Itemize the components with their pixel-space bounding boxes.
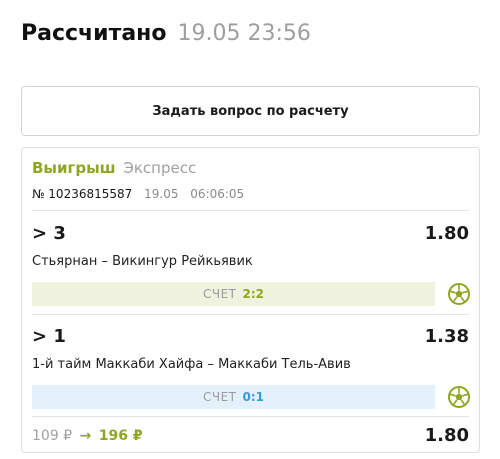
soccer-ball-icon <box>448 386 470 408</box>
bet-odd: 1.80 <box>424 223 469 244</box>
page-title: Рассчитано <box>21 21 167 46</box>
soccer-ball-icon <box>448 283 470 305</box>
bet-outcome: > 3 <box>32 223 66 244</box>
bet-item: > 1 1.38 1-й тайм Маккаби Хайфа – Маккаб… <box>32 325 470 415</box>
bet-coupon-card: Выигрыш Экспресс № 10236815587 19.05 06:… <box>21 147 480 453</box>
score-value: 2:2 <box>242 287 265 301</box>
coupon-footer: 109 ₽ → 196 ₽ 1.80 <box>32 425 469 447</box>
score-label: СЧЕТ <box>202 287 237 301</box>
bet-item: > 3 1.80 Стьярнан – Викингур Рейкьявик С… <box>32 222 470 312</box>
score-bar: СЧЕТ 0:1 <box>32 385 435 409</box>
stake-payout: 109 ₽ → 196 ₽ <box>32 425 143 447</box>
score-value: 0:1 <box>242 390 265 404</box>
bet-match: 1-й тайм Маккаби Хайфа – Маккаби Тель-Ав… <box>32 357 351 372</box>
bet-match: Стьярнан – Викингур Рейкьявик <box>32 254 253 269</box>
score-label: СЧЕТ <box>202 390 237 404</box>
coupon-meta: № 10236815587 19.05 06:06:05 <box>32 186 244 202</box>
payout-amount: 196 ₽ <box>98 428 143 444</box>
ask-question-label: Задать вопрос по расчету <box>152 103 349 119</box>
settled-datetime: 19.05 23:56 <box>177 21 311 46</box>
bet-outcome: > 1 <box>32 326 66 347</box>
coupon-number: № 10236815587 <box>32 187 133 201</box>
total-odd: 1.80 <box>424 425 469 446</box>
ask-question-button[interactable]: Задать вопрос по расчету <box>21 86 480 136</box>
coupon-date: 19.05 <box>144 187 179 201</box>
coupon-time: 06:06:05 <box>190 187 245 201</box>
stake-amount: 109 ₽ <box>32 428 73 444</box>
divider <box>32 314 469 315</box>
divider <box>32 210 469 211</box>
divider <box>32 416 469 417</box>
score-bar: СЧЕТ 2:2 <box>32 282 435 306</box>
bet-odd: 1.38 <box>424 326 469 347</box>
arrow-right-icon: → <box>79 428 92 444</box>
coupon-header: Выигрыш Экспресс <box>32 158 196 178</box>
coupon-bet-type: Экспресс <box>123 159 197 177</box>
coupon-status: Выигрыш <box>32 159 116 177</box>
page-header: Рассчитано 19.05 23:56 <box>21 19 311 49</box>
